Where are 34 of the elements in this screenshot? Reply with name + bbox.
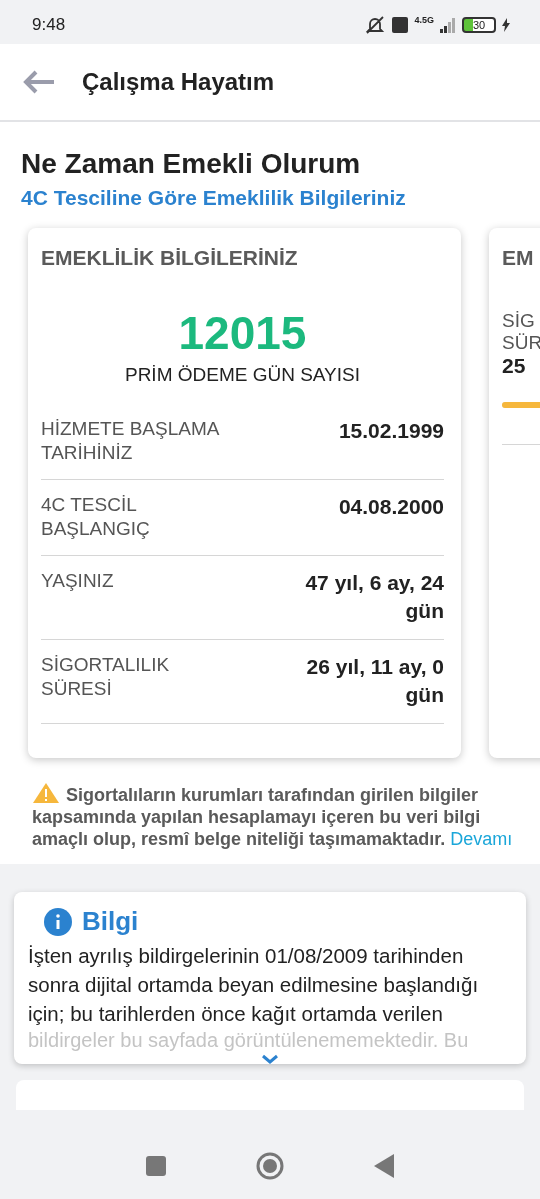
info-label: 4C TESCİL BAŞLANGIÇ	[41, 493, 151, 541]
info-label: SİGORTALILIK SÜRESİ	[41, 653, 171, 701]
info-title: Bilgi	[82, 906, 139, 937]
page-title: Çalışma Hayatım	[82, 68, 275, 96]
info-value: 26 yıl, 11 ay, 0 gün	[305, 654, 444, 708]
muted-bell-icon	[364, 15, 387, 35]
info-label: SİG	[502, 310, 536, 332]
network-type: 4.5G	[414, 15, 434, 25]
card-title: EM	[502, 246, 535, 270]
info-value: 15.02.1999	[337, 418, 444, 444]
faded-text: bildirgeler bu sayfada görüntülenememektedir. Bu	[28, 1028, 470, 1052]
disclaimer-text: Sigortalıların kurumları tarafından girilen bilgiler kapsamında yapılan hesaplamayı içeren bu veri bilgi amaçlı olup, resmî belge niteliği taşımamaktadır. Devamı	[0, 772, 540, 850]
section-subheading: 4C Tesciline Göre Emeklilik Bilgileriniz	[21, 186, 407, 210]
info-text: İşten ayrılış bildirgelerinin 01/08/2009 tarihinden sonra dijital ortamda beyan edilmesine başlandığı için; bu tarihlerden önce kağıt ortamda verilen	[28, 943, 480, 1027]
section-heading: Ne Zaman Emekli Olurum	[21, 148, 362, 180]
info-value: 25	[502, 354, 527, 378]
info-value: 04.08.2000	[337, 494, 444, 520]
info-label: YAŞINIZ	[41, 569, 115, 593]
premium-days-number: 12015	[177, 306, 308, 360]
info-label: HİZMETE BAŞLAMA TARİHİNİZ	[41, 417, 220, 465]
back-nav-button[interactable]	[374, 1154, 394, 1178]
info-value: 47 yıl, 6 ay, 24 gün	[304, 570, 444, 624]
info-icon	[44, 907, 72, 936]
warning-icon	[32, 782, 60, 804]
more-link[interactable]: Devamı	[450, 829, 513, 849]
status-time: 9:48	[32, 15, 66, 35]
premium-days-label: PRİM ÖDEME GÜN SAYISI	[123, 364, 362, 386]
charging-icon	[502, 18, 510, 32]
back-button[interactable]	[22, 69, 56, 95]
card-title: EMEKLİLİK BİLGİLERİNİZ	[41, 246, 299, 270]
home-button[interactable]	[256, 1152, 284, 1180]
expand-chevron-icon[interactable]	[261, 1054, 279, 1064]
battery-icon: 30	[462, 17, 496, 33]
signal-icon	[440, 17, 456, 33]
